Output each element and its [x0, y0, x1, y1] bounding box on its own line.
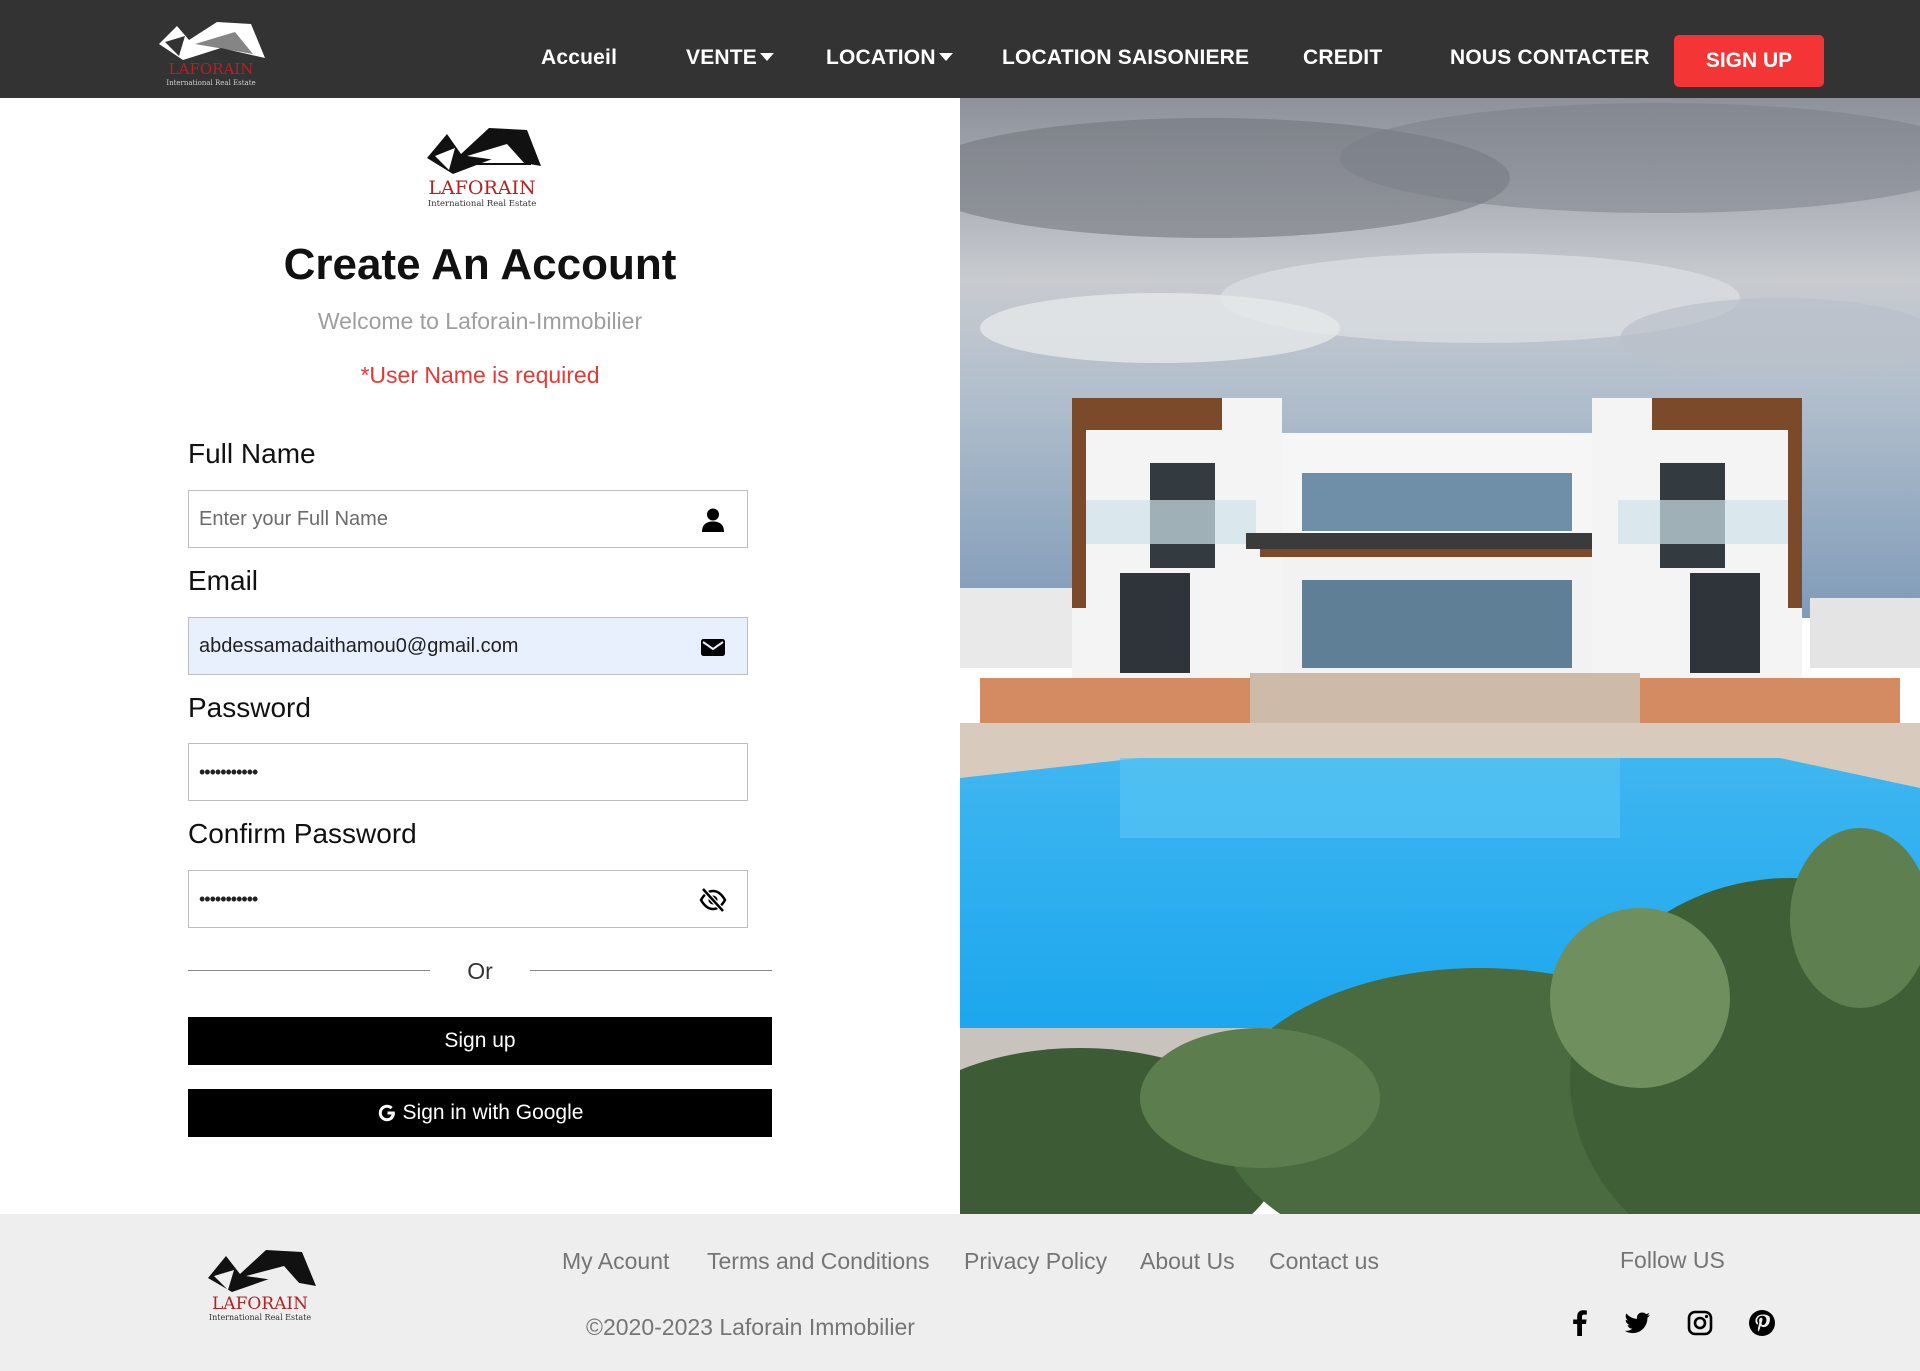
caret-down-icon: [938, 53, 953, 61]
nav-location[interactable]: LOCATION: [826, 46, 953, 70]
follow-us-label: Follow US: [1620, 1247, 1725, 1273]
google-icon: [378, 1104, 395, 1122]
password-field[interactable]: [188, 743, 748, 801]
footer-logo-wordmark: LAFORAIN: [212, 1294, 308, 1314]
password-label: Password: [188, 692, 311, 723]
footer-link-contact[interactable]: Contact us: [1269, 1248, 1379, 1275]
nav-accueil[interactable]: Accueil: [541, 46, 617, 70]
top-navbar: LAFORAIN International Real Estate Accue…: [0, 0, 1920, 98]
form-logo-wordmark: LAFORAIN: [428, 177, 535, 199]
password-input[interactable]: [189, 744, 747, 800]
confirm-password-field[interactable]: [188, 870, 748, 928]
google-signin-button[interactable]: Sign in with Google: [188, 1089, 772, 1137]
form-logo: LAFORAIN International Real Estate: [427, 128, 541, 209]
envelope-icon: [701, 639, 725, 656]
confirm-password-input[interactable]: [189, 871, 747, 927]
footer-logo[interactable]: LAFORAIN International Real Estate: [204, 1246, 316, 1324]
eye-slash-icon[interactable]: [699, 886, 727, 914]
footer-logo-tagline: International Real Estate: [209, 1313, 311, 1322]
nav-vente[interactable]: VENTE: [686, 46, 775, 70]
form-title: Create An Account: [283, 240, 677, 289]
pinterest-icon[interactable]: [1747, 1308, 1777, 1338]
footer: LAFORAIN International Real Estate My Ac…: [0, 1214, 1920, 1371]
instagram-icon[interactable]: [1685, 1308, 1715, 1338]
logo-tagline: International Real Estate: [166, 79, 255, 87]
nav-signup-label: SIGN UP: [1705, 49, 1793, 72]
nav-location-saisoniere[interactable]: LOCATION SAISONIERE: [1002, 46, 1249, 70]
laforain-logo[interactable]: LAFORAIN International Real Estate: [155, 14, 267, 88]
divider-or: Or: [467, 958, 493, 984]
full-name-field[interactable]: [188, 490, 748, 548]
nav-nous-contacter[interactable]: NOUS CONTACTER: [1450, 46, 1650, 70]
form-error-message: *User Name is required: [360, 362, 600, 388]
twitter-icon[interactable]: [1622, 1308, 1652, 1338]
nav-location-saisoniere-label: LOCATION SAISONIERE: [1002, 46, 1250, 69]
nav-location-label: LOCATION: [826, 46, 936, 69]
confirm-password-label: Confirm Password: [188, 818, 417, 849]
footer-link-about[interactable]: About Us: [1140, 1248, 1235, 1275]
user-icon: [702, 508, 724, 532]
nav-vente-label: VENTE: [686, 46, 758, 69]
footer-link-my-account[interactable]: My Acount: [562, 1248, 669, 1275]
form-logo-tagline: International Real Estate: [428, 199, 537, 209]
email-field[interactable]: [188, 617, 748, 675]
nav-credit[interactable]: CREDIT: [1303, 46, 1382, 70]
nav-accueil-label: Accueil: [541, 46, 618, 69]
nav-nous-contacter-label: NOUS CONTACTER: [1450, 46, 1650, 69]
nav-signup-button[interactable]: SIGN UP: [1674, 35, 1824, 87]
full-name-label: Full Name: [188, 438, 316, 469]
facebook-icon[interactable]: [1565, 1308, 1595, 1338]
footer-link-privacy[interactable]: Privacy Policy: [964, 1248, 1107, 1275]
nav-credit-label: CREDIT: [1303, 46, 1383, 69]
logo-wordmark: LAFORAIN: [169, 60, 254, 78]
email-label: Email: [188, 565, 259, 596]
villa-pool-image: [960, 98, 1920, 1214]
divider-right: [530, 970, 772, 971]
email-input[interactable]: [189, 618, 747, 674]
caret-down-icon: [760, 53, 775, 61]
divider-left: [188, 970, 430, 971]
footer-link-terms[interactable]: Terms and Conditions: [707, 1248, 929, 1275]
copyright: ©2020-2023 Laforain Immobilier: [586, 1314, 915, 1340]
form-subtitle: Welcome to Laforain-Immobilier: [317, 308, 643, 334]
signup-submit-label: Sign up: [444, 1029, 516, 1052]
full-name-input[interactable]: [189, 491, 747, 547]
signup-submit-button[interactable]: Sign up: [188, 1017, 772, 1065]
google-signin-label: Sign in with Google: [402, 1101, 584, 1124]
